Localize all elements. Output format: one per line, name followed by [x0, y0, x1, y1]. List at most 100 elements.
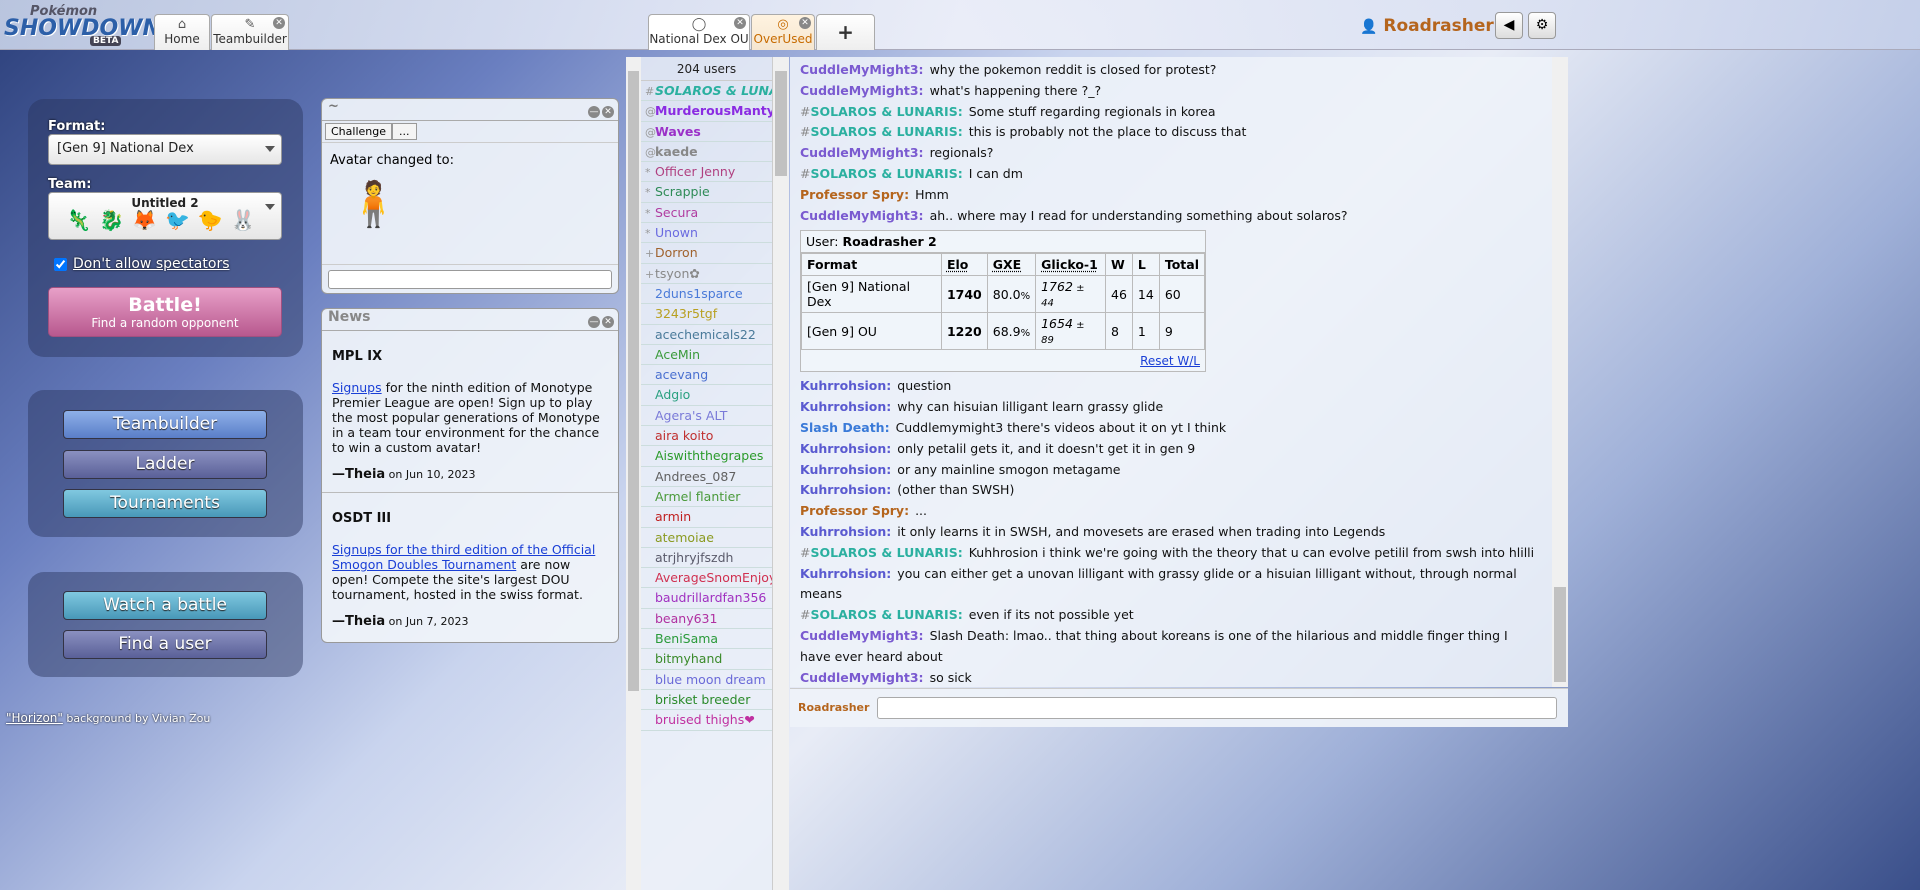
user-list-item[interactable]: bruised thighs❤: [641, 710, 772, 731]
main-scrollbar[interactable]: [626, 57, 641, 890]
chat-log: CuddleMyMight3: why the pokemon reddit is…: [790, 57, 1552, 687]
message-author[interactable]: Kuhrrohsion:: [800, 482, 891, 497]
watch-battle-button[interactable]: Watch a battle: [63, 591, 267, 620]
teambuilder-button[interactable]: Teambuilder: [63, 410, 267, 439]
team-select[interactable]: Untitled 2 🦎🐉🦊🐦🐤🐰: [48, 192, 282, 240]
close-icon[interactable]: ✕: [602, 106, 614, 118]
chat-input[interactable]: [877, 697, 1557, 719]
spectators-checkbox[interactable]: [54, 257, 67, 271]
author-name: CuddleMyMight3:: [800, 669, 924, 685]
message-author[interactable]: #SOLAROS & LUNARIS:: [800, 607, 963, 622]
close-icon[interactable]: ✕: [734, 17, 746, 29]
news-byline: —Theia on Jun 10, 2023: [332, 467, 608, 482]
format-select[interactable]: [Gen 9] National Dex: [48, 134, 282, 165]
reset-wl-link[interactable]: Reset W/L: [1140, 354, 1200, 368]
ladder-button[interactable]: Ladder: [63, 450, 267, 479]
minimize-icon[interactable]: —: [588, 106, 600, 118]
user-list-item[interactable]: baudrillardfan356: [641, 588, 772, 609]
format-value: [Gen 9] National Dex: [57, 141, 194, 156]
pm-input[interactable]: [328, 270, 612, 289]
user-list-item[interactable]: Adgio: [641, 385, 772, 406]
user-list-item[interactable]: Andrees_087: [641, 467, 772, 487]
message-author[interactable]: Professor Spry:: [800, 187, 909, 202]
chat-message: CuddleMyMight3: Slash Death: lmao.. that …: [800, 626, 1542, 668]
close-icon[interactable]: ✕: [602, 316, 614, 328]
message-text: question: [897, 378, 952, 394]
message-author[interactable]: #SOLAROS & LUNARIS:: [800, 104, 963, 119]
user-list-item[interactable]: #SOLAROS & LUNARIS: [641, 81, 772, 102]
user-list-item[interactable]: Agera's ALT: [641, 406, 772, 427]
user-list-item[interactable]: 3243r5tgf: [641, 304, 772, 325]
user-list-item[interactable]: @kaede: [641, 142, 772, 163]
user-list-item[interactable]: atemoiae: [641, 528, 772, 548]
credit-link[interactable]: "Horizon": [6, 711, 63, 725]
message-author[interactable]: Kuhrrohsion:: [800, 566, 891, 581]
chat-scrollbar[interactable]: [1552, 57, 1568, 687]
new-tab-button[interactable]: +: [816, 14, 875, 50]
user-list-item[interactable]: brisket breeder: [641, 690, 772, 711]
message-author[interactable]: CuddleMyMight3:: [800, 145, 924, 160]
message-author[interactable]: CuddleMyMight3:: [800, 628, 924, 643]
user-name: Secura: [655, 204, 699, 220]
message-author[interactable]: Slash Death:: [800, 420, 890, 435]
news-item-body: Signups for the third edition of the Off…: [332, 542, 608, 602]
showdown-logo[interactable]: Pokémon SHOWDOWN BETA: [4, 4, 161, 46]
user-list-item[interactable]: beany631: [641, 609, 772, 630]
user-list-item[interactable]: armin: [641, 507, 772, 528]
user-list-item[interactable]: * Unown: [641, 223, 772, 244]
user-list-item[interactable]: atrjhryjfszdh: [641, 548, 772, 569]
message-author[interactable]: CuddleMyMight3:: [800, 208, 924, 223]
user-list-item[interactable]: * Officer Jenny: [641, 162, 772, 183]
user-list-item[interactable]: bitmyhand: [641, 649, 772, 670]
tournaments-button[interactable]: Tournaments: [63, 489, 267, 518]
news-link[interactable]: Signups: [332, 380, 382, 395]
user-list-item[interactable]: * Scrappie: [641, 182, 772, 203]
settings-button[interactable]: ⚙: [1528, 12, 1556, 39]
author-name: Professor Spry:: [800, 503, 910, 519]
find-user-button[interactable]: Find a user: [63, 630, 267, 659]
userlist-scrollbar[interactable]: [773, 57, 789, 890]
message-author[interactable]: Professor Spry:: [800, 503, 909, 518]
spectators-option[interactable]: Don't allow spectators: [54, 256, 230, 272]
user-list-item[interactable]: Armel flantier: [641, 487, 772, 508]
user-list-item[interactable]: acevang: [641, 365, 772, 386]
tab-home[interactable]: ⌂ Home: [154, 14, 210, 50]
user-list-item[interactable]: @MurderousManty: [641, 101, 772, 122]
message-author[interactable]: Kuhrrohsion:: [800, 378, 891, 393]
credit-text: background by Vivian Zou: [62, 712, 211, 725]
message-author[interactable]: Kuhrrohsion:: [800, 524, 891, 539]
message-author[interactable]: Kuhrrohsion:: [800, 462, 891, 477]
username-button[interactable]: 👤 Roadrasher 2: [1360, 16, 1512, 36]
user-list-item[interactable]: +Dorron: [641, 243, 772, 264]
user-list-item[interactable]: 2duns1sparce: [641, 284, 772, 305]
ranking-cell-w: 46: [1105, 275, 1133, 314]
message-author[interactable]: #SOLAROS & LUNARIS:: [800, 124, 963, 139]
user-list-item[interactable]: AceMin: [641, 345, 772, 366]
message-author[interactable]: #SOLAROS & LUNARIS:: [800, 166, 963, 181]
user-list-item[interactable]: acechemicals22: [641, 325, 772, 345]
user-list-item[interactable]: blue moon dream: [641, 670, 772, 690]
battle-button[interactable]: Battle! Find a random opponent: [48, 287, 282, 337]
challenge-button[interactable]: Challenge: [325, 123, 392, 140]
message-author[interactable]: #SOLAROS & LUNARIS:: [800, 545, 963, 560]
tab-overused[interactable]: ◎ OverUsed ✕: [751, 14, 815, 50]
user-list-item[interactable]: +tsyon✿: [641, 264, 772, 284]
more-button[interactable]: ...: [392, 123, 417, 140]
user-list-item[interactable]: * Secura: [641, 203, 772, 224]
sound-button[interactable]: ◀: [1495, 12, 1523, 39]
user-list-item[interactable]: AverageSnomEnjoyer: [641, 568, 772, 589]
message-author[interactable]: CuddleMyMight3:: [800, 83, 924, 98]
tab-national-dex-ou[interactable]: ◯ National Dex OU ✕: [648, 14, 750, 50]
minimize-icon[interactable]: —: [588, 316, 600, 328]
close-icon[interactable]: ✕: [273, 17, 285, 29]
user-list-item[interactable]: @Waves: [641, 122, 772, 142]
user-list-item[interactable]: Aiswiththegrapes: [641, 446, 772, 467]
message-author[interactable]: CuddleMyMight3:: [800, 62, 924, 77]
user-list-item[interactable]: BeniSama: [641, 629, 772, 650]
close-icon[interactable]: ✕: [799, 17, 811, 29]
user-list-item[interactable]: aira koito: [641, 426, 772, 447]
message-author[interactable]: Kuhrrohsion:: [800, 441, 891, 456]
message-author[interactable]: CuddleMyMight3:: [800, 670, 924, 685]
tab-teambuilder[interactable]: ✎ Teambuilder ✕: [211, 14, 289, 50]
message-author[interactable]: Kuhrrohsion:: [800, 399, 891, 414]
